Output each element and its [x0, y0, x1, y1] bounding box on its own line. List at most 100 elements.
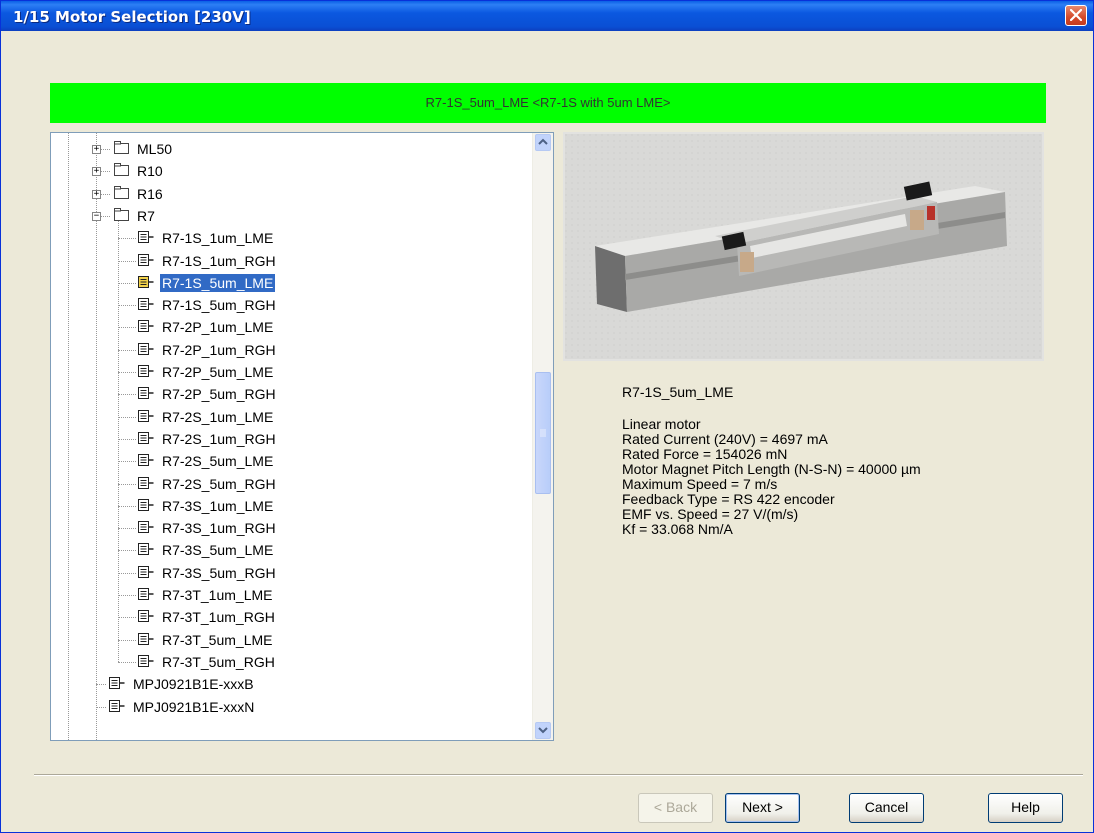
motor-item-icon [138, 319, 154, 335]
tree-item-label: MPJ0921B1E-xxxN [133, 698, 255, 715]
tree-folder[interactable]: R16 [114, 183, 165, 205]
tree-item-label: R7-3S_1um_LME [162, 497, 274, 514]
tree-item[interactable]: R7-2S_1um_RGH [138, 428, 278, 450]
help-button[interactable]: Help [988, 793, 1063, 823]
tree-item[interactable]: R7-2P_5um_RGH [138, 383, 278, 405]
tree-item[interactable]: R7-3T_1um_LME [138, 584, 275, 606]
tree-connector [118, 305, 136, 307]
tree-item-label: ML50 [137, 141, 173, 157]
collapse-toggle[interactable]: − [92, 211, 101, 221]
tree-item[interactable]: MPJ0921B1E-xxxB [109, 673, 256, 695]
folder-icon [114, 163, 129, 179]
tree-connector [96, 706, 106, 708]
cancel-button[interactable]: Cancel [849, 793, 924, 823]
tree-item[interactable]: R7-2S_5um_RGH [138, 473, 278, 495]
motor-item-icon [109, 676, 125, 692]
tree-connector [118, 550, 136, 552]
detail-line: Feedback Type = RS 422 encoder [622, 491, 835, 507]
tree-item-label: R7-3T_5um_RGH [162, 653, 275, 670]
motor-item-icon [138, 386, 154, 402]
scroll-up-button[interactable] [535, 134, 551, 151]
scroll-thumb[interactable] [535, 372, 551, 494]
tree-content: + ML50 + R10 + R16 − R7 R7-1S_1um_LME R7-1S_1um_R… [51, 133, 531, 740]
tree-item-label: R7-3S_1um_RGH [162, 520, 276, 537]
tree-item-label: R7-2S_1um_RGH [162, 430, 276, 447]
detail-line: Kf = 33.068 Nm/A [622, 521, 733, 537]
expand-toggle[interactable]: + [92, 167, 101, 177]
tree-item-label: R7-3T_1um_LME [162, 587, 273, 603]
tree-item[interactable]: R7-3T_5um_LME [138, 629, 275, 651]
tree-item[interactable]: R7-3S_5um_RGH [138, 562, 278, 584]
motor-item-icon [138, 565, 154, 581]
selected-motor-banner: R7-1S_5um_LME <R7-1S with 5um LME> [50, 83, 1046, 123]
tree-connector [118, 595, 136, 596]
tree-item[interactable]: R7-1S_1um_LME [138, 227, 275, 249]
motor-item-icon [138, 453, 154, 469]
tree-connector [118, 483, 136, 485]
motor-item-icon [138, 253, 154, 269]
motor-item-icon [138, 520, 154, 536]
tree-item[interactable]: R7-2S_5um_LME [138, 450, 275, 472]
tree-connector [118, 238, 136, 240]
tree-scrollbar[interactable] [532, 133, 553, 740]
tree-connector [118, 349, 136, 351]
title-bar[interactable]: 1/15 Motor Selection [230V] [1, 1, 1093, 31]
motor-item-icon [138, 275, 154, 291]
close-button[interactable] [1065, 5, 1087, 26]
tree-connector [118, 639, 136, 641]
tree-item-label: R10 [137, 163, 163, 180]
motor-item-icon [138, 632, 154, 648]
tree-connector [118, 661, 136, 663]
motor-item-icon [138, 654, 154, 670]
motor-item-icon [138, 587, 154, 603]
tree-item[interactable]: MPJ0921B1E-xxxN [109, 696, 256, 718]
motor-name: R7-1S_5um_LME [622, 384, 734, 400]
tree-item[interactable]: R7-1S_5um_RGH [138, 294, 278, 316]
tree-item[interactable]: R7-3S_5um_LME [138, 539, 275, 561]
tree-item-label: R7-2S_1um_LME [162, 408, 274, 425]
detail-line: Rated Current (240V) = 4697 mA [622, 431, 828, 447]
grip-icon [540, 429, 546, 437]
button-separator [34, 774, 1083, 776]
tree-folder[interactable]: R10 [114, 160, 165, 182]
tree-item[interactable]: R7-2S_1um_LME [138, 406, 275, 428]
tree-folder[interactable]: ML50 [114, 138, 174, 160]
motor-item-icon [138, 476, 154, 492]
tree-connector [68, 133, 69, 740]
back-button[interactable]: < Back [638, 793, 713, 823]
detail-line: Rated Force = 154026 mN [622, 446, 788, 462]
tree-connector [118, 372, 136, 373]
motor-item-icon [138, 342, 154, 358]
tree-item[interactable]: R7-1S_1um_RGH [138, 250, 278, 272]
motor-item-icon [138, 364, 154, 380]
motor-preview-image [563, 132, 1044, 361]
folder-icon [114, 207, 129, 224]
tree-item[interactable]: R7-1S_5um_LME [138, 272, 277, 294]
motor-tree[interactable]: + ML50 + R10 + R16 − R7 R7-1S_1um_LME R7-1S_1um_R… [50, 132, 554, 741]
next-button[interactable]: Next > [725, 793, 800, 823]
tree-item-label: R7-1S_1um_LME [162, 230, 274, 247]
detail-line: Linear motor [622, 416, 701, 432]
expand-toggle[interactable]: + [92, 189, 101, 199]
tree-item[interactable]: R7-2P_1um_LME [138, 316, 275, 338]
tree-item-label: R7-3T_1um_RGH [162, 609, 275, 626]
tree-folder[interactable]: R7 [114, 205, 157, 227]
expand-toggle[interactable]: + [92, 145, 101, 154]
tree-connector [118, 282, 136, 284]
tree-item[interactable]: R7-3S_1um_LME [138, 495, 275, 517]
tree-item[interactable]: R7-3S_1um_RGH [138, 517, 278, 539]
tree-item-label: R7-1S_5um_RGH [162, 297, 276, 314]
tree-item-label: R7-1S_5um_LME [158, 272, 277, 293]
tree-connector [118, 260, 136, 262]
tree-item[interactable]: R7-3T_5um_RGH [138, 651, 277, 673]
detail-line: Maximum Speed = 7 m/s [622, 476, 778, 492]
tree-item[interactable]: R7-3T_1um_RGH [138, 606, 277, 628]
tree-item[interactable]: R7-2P_5um_LME [138, 361, 275, 383]
tree-item-label: R7-2P_1um_RGH [162, 341, 276, 358]
scroll-down-button[interactable] [535, 722, 551, 739]
tree-connector [96, 133, 97, 740]
motor-item-icon [138, 609, 154, 625]
tree-item-label: MPJ0921B1E-xxxB [133, 676, 254, 693]
motor-item-icon [138, 498, 154, 514]
tree-item[interactable]: R7-2P_1um_RGH [138, 339, 278, 361]
